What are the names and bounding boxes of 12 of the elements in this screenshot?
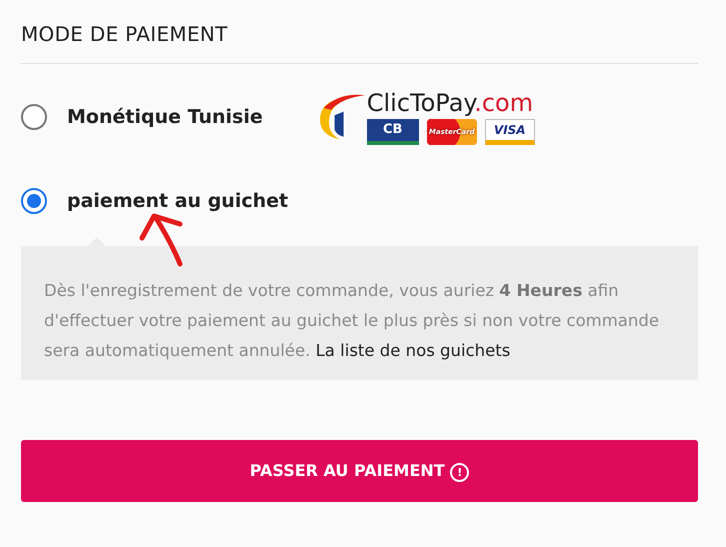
card-logo: VISA — [484, 118, 535, 144]
payment-option-label[interactable]: paiement au guichet — [67, 190, 288, 212]
card-logo: CB — [366, 118, 419, 144]
radio-button[interactable] — [21, 104, 47, 130]
info-text: Dès l'enregistrement de votre commande, vous auriez 4 Heures afin d'effectuer votre paiement au guichet le plus près si non votre commande sera automatiquement annulée. La liste de nos guichets — [44, 280, 660, 362]
submit-button[interactable]: PASSER AU PAIEMENT ! — [21, 440, 698, 502]
radio-button[interactable] — [21, 188, 47, 214]
payment-option-label[interactable]: Monétique Tunisie — [67, 106, 263, 128]
section-title: MODE DE PAIEMENT — [21, 22, 229, 46]
brand-domain: .com — [474, 88, 534, 116]
brand-name: ClicToPay — [366, 88, 474, 116]
guichets-link[interactable]: La liste de nos guichets — [316, 341, 510, 360]
